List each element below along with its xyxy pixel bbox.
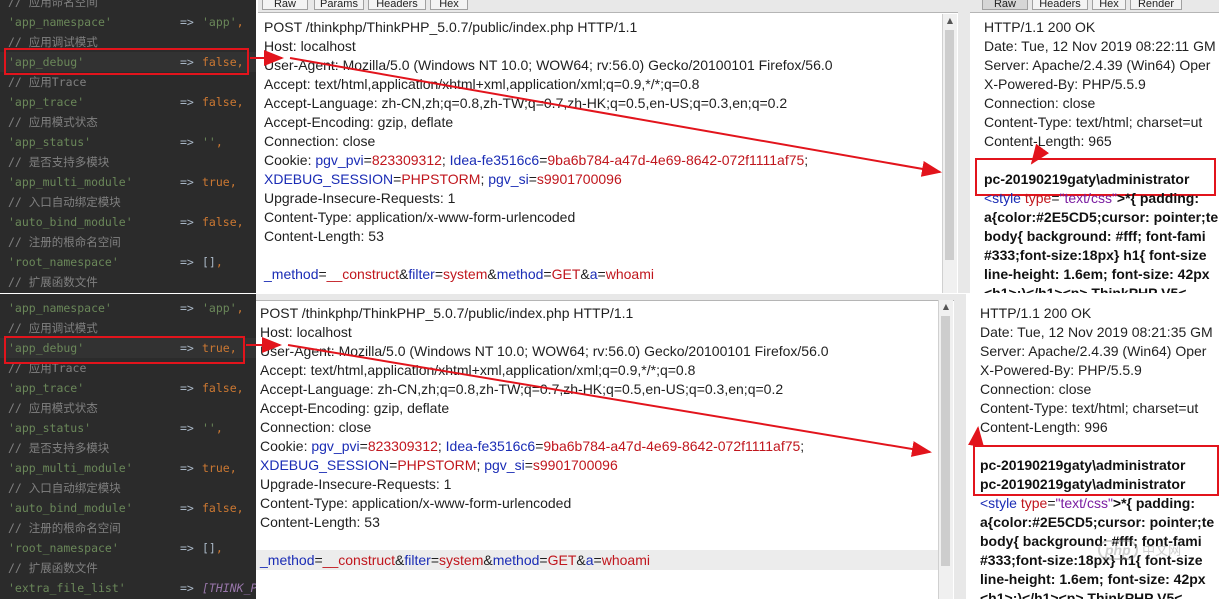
arrow-content-length-top [1030,143,1050,165]
arrow-request-to-response-top [289,57,942,177]
annotation-arrows [246,50,1050,457]
arrow-request-to-response-bottom [287,344,932,457]
arrow-content-length-bottom [968,426,984,447]
